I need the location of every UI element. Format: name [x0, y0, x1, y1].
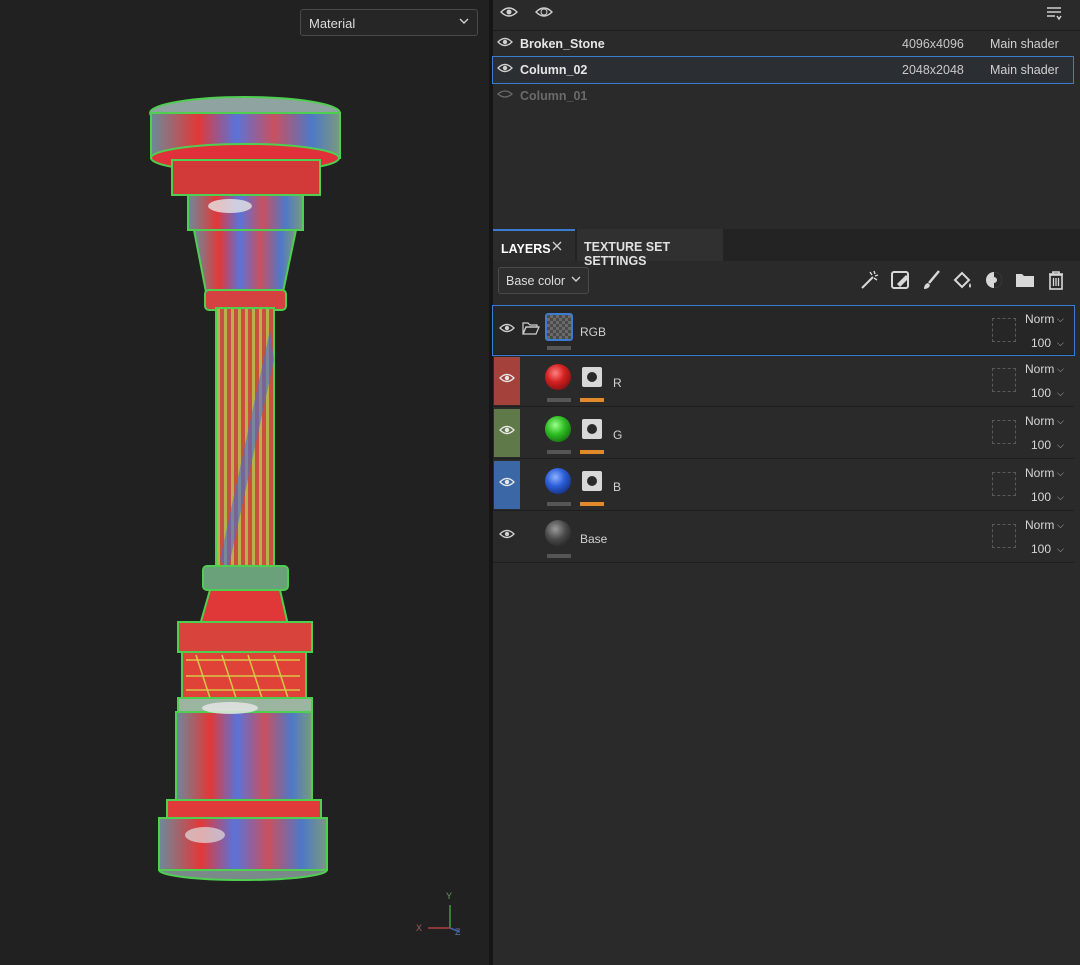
layer-thumbnail-bar — [547, 554, 571, 558]
solo-eye-icon[interactable] — [534, 3, 554, 21]
layer-mask-thumbnail[interactable] — [582, 471, 602, 491]
blend-mode[interactable]: Norm — [1025, 518, 1054, 532]
tab-layers-label: LAYERS — [501, 242, 551, 256]
texture-set-row[interactable]: Broken_Stone 4096x4096 Main shader — [493, 31, 1073, 57]
layer-name: G — [613, 428, 623, 442]
magic-wand-icon[interactable] — [858, 268, 882, 292]
layer-name: Base — [580, 532, 608, 546]
opacity-value[interactable]: 100 — [1031, 490, 1051, 504]
layers-toolbar — [858, 268, 1078, 294]
layer-effect-slot[interactable] — [992, 420, 1016, 444]
blend-mode[interactable]: Norm — [1025, 312, 1054, 326]
opacity-value[interactable]: 100 — [1031, 336, 1051, 350]
axis-x-label: X — [416, 923, 423, 933]
opacity-value[interactable]: 100 — [1031, 438, 1051, 452]
eye-settings-icon[interactable] — [499, 3, 519, 21]
chevron-down-icon: ⌵ — [1057, 440, 1064, 450]
chevron-down-icon: ⌵ — [1057, 388, 1064, 398]
layer-material-sphere[interactable] — [545, 364, 571, 390]
channel-select[interactable]: Base color — [498, 267, 589, 294]
texture-set-name: Column_01 — [520, 89, 588, 103]
layer-row-folder[interactable]: RGB Norm ⌵ 100 ⌵ — [492, 305, 1075, 356]
layer-thumbnail-bar — [547, 450, 571, 454]
chevron-down-icon: ⌵ — [1057, 544, 1064, 554]
eye-icon[interactable] — [499, 476, 515, 488]
viewport-3d[interactable]: Material Y X Z — [0, 0, 489, 965]
mask-icon[interactable] — [982, 268, 1006, 292]
menu-filter-icon[interactable] — [1045, 4, 1063, 22]
layer-name: RGB — [580, 325, 607, 339]
blend-mode[interactable]: Norm — [1025, 414, 1054, 428]
layer-thumbnail-bar — [547, 346, 571, 350]
chevron-down-icon: ⌵ — [1057, 314, 1064, 324]
eye-icon[interactable] — [499, 528, 515, 540]
layer-thumbnail[interactable] — [545, 313, 573, 341]
texture-set-row[interactable]: Column_01 — [493, 83, 1073, 109]
layer-row-g[interactable]: G Norm ⌵ 100 ⌵ — [493, 408, 1074, 459]
right-panel: Broken_Stone 4096x4096 Main shader Colum… — [492, 0, 1080, 965]
layer-name: B — [613, 480, 622, 494]
layer-thumbnail-bar — [547, 398, 571, 402]
layer-material-sphere[interactable] — [545, 416, 571, 442]
chevron-down-icon: ⌵ — [1057, 520, 1064, 530]
layers-tab-bar: LAYERS TEXTURE SET SETTINGS — [493, 229, 1080, 268]
channel-select-label: Base color — [506, 274, 566, 288]
layer-mask-thumbnail[interactable] — [582, 419, 602, 439]
mask-active-bar — [580, 398, 604, 402]
eye-icon[interactable] — [497, 36, 513, 48]
layer-mask-thumbnail[interactable] — [582, 367, 602, 387]
trash-icon[interactable] — [1044, 268, 1068, 292]
paint-bucket-icon[interactable] — [951, 268, 975, 292]
eye-icon[interactable] — [499, 372, 515, 384]
layer-material-sphere[interactable] — [545, 520, 571, 546]
blend-mode[interactable]: Norm — [1025, 362, 1054, 376]
fill-layer-icon[interactable] — [889, 268, 913, 292]
tab-texture-set-settings[interactable]: TEXTURE SET SETTINGS — [577, 229, 723, 268]
layer-material-sphere[interactable] — [545, 468, 571, 494]
texture-set-header — [493, 0, 1080, 31]
layer-name: R — [613, 376, 622, 390]
layer-effect-slot[interactable] — [992, 318, 1016, 342]
column-3d-model[interactable] — [0, 0, 489, 965]
eye-icon[interactable] — [499, 424, 515, 436]
layer-effect-slot[interactable] — [992, 368, 1016, 392]
texture-set-name: Column_02 — [520, 63, 588, 77]
layer-effect-slot[interactable] — [992, 472, 1016, 496]
layer-thumbnail-bar — [547, 502, 571, 506]
opacity-value[interactable]: 100 — [1031, 542, 1051, 556]
eye-icon[interactable] — [497, 62, 513, 74]
folder-open-icon[interactable] — [522, 320, 540, 336]
folder-icon[interactable] — [1013, 268, 1037, 292]
axis-z-label: Z — [455, 927, 461, 937]
eye-closed-icon[interactable] — [497, 88, 513, 100]
texture-set-row-selected[interactable]: Column_02 2048x2048 Main shader — [492, 56, 1074, 84]
layer-effect-slot[interactable] — [992, 524, 1016, 548]
layer-row-b[interactable]: B Norm ⌵ 100 ⌵ — [493, 460, 1074, 511]
chevron-down-icon — [571, 276, 581, 282]
axis-y-label: Y — [446, 891, 453, 901]
texture-set-shader: Main shader — [990, 63, 1059, 77]
texture-set-name: Broken_Stone — [520, 37, 605, 51]
chevron-down-icon: ⌵ — [1057, 364, 1064, 374]
blend-mode[interactable]: Norm — [1025, 466, 1054, 480]
opacity-value[interactable]: 100 — [1031, 386, 1051, 400]
tab-texture-set-settings-label: TEXTURE SET SETTINGS — [584, 240, 671, 268]
eye-icon[interactable] — [499, 322, 515, 334]
chevron-down-icon: ⌵ — [1057, 468, 1064, 478]
tab-layers[interactable]: LAYERS — [493, 229, 575, 261]
chevron-down-icon: ⌵ — [1057, 338, 1064, 348]
chevron-down-icon: ⌵ — [1057, 416, 1064, 426]
texture-set-resolution: 2048x2048 — [902, 63, 964, 77]
texture-set-shader: Main shader — [990, 37, 1059, 51]
close-icon[interactable] — [551, 240, 563, 252]
chevron-down-icon: ⌵ — [1057, 492, 1064, 502]
mask-active-bar — [580, 502, 604, 506]
texture-set-resolution: 4096x4096 — [902, 37, 964, 51]
layer-row-r[interactable]: R Norm ⌵ 100 ⌵ — [493, 356, 1074, 407]
layer-row-base[interactable]: Base Norm ⌵ 100 ⌵ — [493, 512, 1074, 563]
mask-active-bar — [580, 450, 604, 454]
paint-brush-icon[interactable] — [920, 268, 944, 292]
